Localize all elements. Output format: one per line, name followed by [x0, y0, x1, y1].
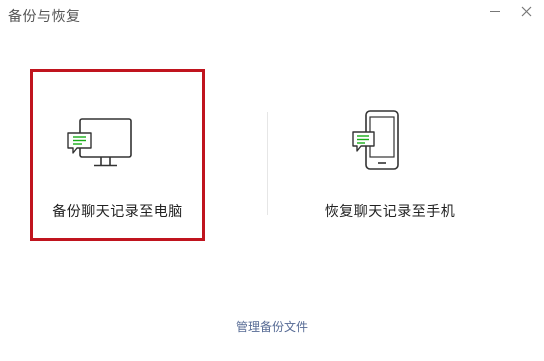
phone-chat-icon: [352, 110, 399, 170]
restore-to-phone-option[interactable]: 恢复聊天记录至手机: [290, 69, 490, 241]
manage-backup-files-link[interactable]: 管理备份文件: [0, 318, 544, 335]
computer-chat-icon: [67, 118, 132, 167]
options-divider: [267, 112, 268, 215]
window-title: 备份与恢复: [8, 9, 81, 25]
backup-to-computer-option[interactable]: 备份聊天记录至电脑: [30, 69, 205, 241]
minimize-icon: [490, 11, 500, 12]
restore-option-label: 恢复聊天记录至手机: [324, 204, 456, 220]
minimize-button[interactable]: [481, 0, 511, 24]
close-button[interactable]: [512, 0, 542, 24]
close-icon: [521, 6, 532, 17]
backup-option-label: 备份聊天记录至电脑: [52, 204, 183, 220]
backup-restore-window: 备份与恢复 备份聊天记录至电脑 恢复聊天记录至手机 管理备份文件: [0, 0, 544, 361]
